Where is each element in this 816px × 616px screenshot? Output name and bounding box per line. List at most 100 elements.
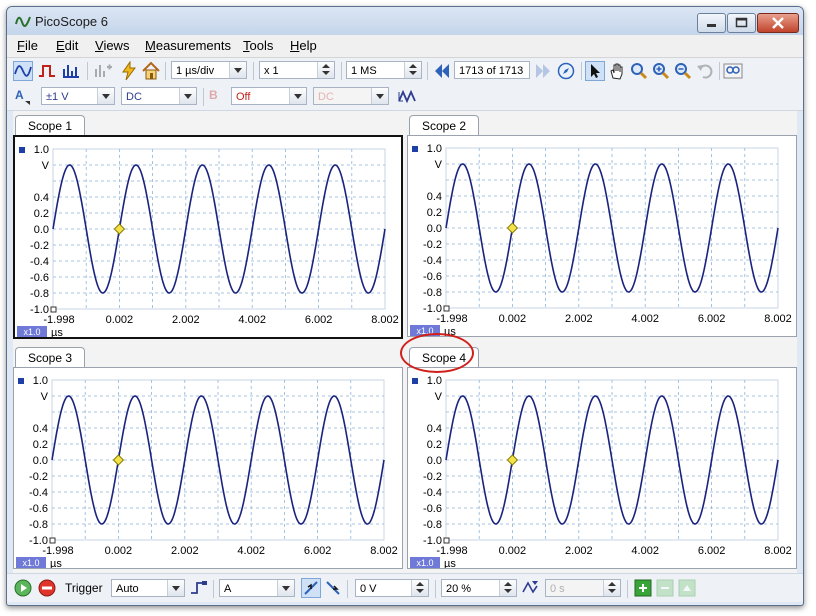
buffer-current[interactable]: 1713 <box>459 65 483 77</box>
chevron-down-icon[interactable] <box>289 88 306 104</box>
spinner-arrows-icon[interactable] <box>404 62 421 78</box>
channel-b-range-select[interactable]: Off <box>231 87 307 105</box>
buffer-navigator[interactable]: 1713 of 1713 <box>454 61 530 79</box>
chevron-down-icon[interactable] <box>371 88 388 104</box>
delay-spinner[interactable]: 0 s <box>545 579 621 597</box>
chevron-down-icon[interactable] <box>229 62 246 78</box>
trigger-mode-select[interactable]: Auto <box>111 579 185 597</box>
hand-tool-button[interactable] <box>607 61 627 81</box>
delete-measurement-button[interactable] <box>655 578 675 598</box>
menu-file[interactable]: File <box>17 38 38 53</box>
samples-spinner[interactable]: 1 MS <box>346 61 422 79</box>
minimize-button[interactable] <box>697 13 726 33</box>
stop-icon <box>38 579 56 597</box>
maximize-icon <box>735 17 748 28</box>
y-tick-label: -0.8 <box>423 287 442 299</box>
chevron-down-icon[interactable] <box>179 88 196 104</box>
y-tick-label: 1.0 <box>427 143 442 155</box>
y-tick-label: -0.6 <box>423 271 442 283</box>
zoom-tool-button[interactable] <box>629 61 649 81</box>
chevron-down-icon[interactable] <box>97 88 114 104</box>
y-tick-label: -0.6 <box>29 503 48 515</box>
first-buffer-button[interactable] <box>431 61 451 81</box>
zoom-overview-button[interactable] <box>723 61 743 81</box>
start-button[interactable] <box>13 578 33 598</box>
persistence-mode-button[interactable] <box>37 61 57 81</box>
menu-measurements[interactable]: Measurements <box>145 38 231 53</box>
channel-toolbar: A ±1 V DC B Off DC <box>7 84 803 111</box>
zoom-in-button[interactable] <box>651 61 671 81</box>
toolbar-separator <box>581 62 582 80</box>
maximize-button[interactable] <box>727 13 756 33</box>
scope-plot[interactable]: 1.00.40.20.0-0.2-0.4-0.6-0.8-1.0V-1.998 0… <box>15 137 403 337</box>
scope-panel[interactable]: 1.0 0.4 0.2 0.0 -0.2 -0.4 -0.6 -0.8 -1.0 V -1.998 0… <box>407 367 797 569</box>
automotive-button[interactable] <box>119 61 139 81</box>
buffer-overview-button[interactable] <box>556 61 576 81</box>
scope-panel[interactable]: 1.0 0.4 0.2 0.0 -0.2 -0.4 -0.6 -0.8 -1.0 V -1.998 0… <box>13 367 403 569</box>
tab-scope-1[interactable]: Scope 1 <box>15 115 86 136</box>
scope-view-3[interactable]: Scope 3 1.0 0.4 0.2 0.0 -0.2 -0.4 -0.6 -0.8 -1.0… <box>13 343 403 569</box>
plus-icon <box>634 579 652 597</box>
scope-plot[interactable]: 1.00.40.20.0-0.2-0.4-0.6-0.8-1.0V-1.998 0… <box>408 136 796 336</box>
toolbar-separator <box>427 62 428 80</box>
scope-view-4[interactable]: Scope 4 1.0 0.4 0.2 0.0 -0.2 -0.4 -0.6 -0.8 -1.0… <box>407 343 797 569</box>
menu-edit[interactable]: Edit <box>56 38 78 53</box>
signal-generator-button[interactable] <box>397 87 417 107</box>
toolbar-separator <box>165 62 166 80</box>
chevron-down-icon[interactable] <box>167 580 184 596</box>
tab-scope-2[interactable]: Scope 2 <box>409 115 480 136</box>
trigger-source-select[interactable]: A <box>219 579 295 597</box>
zoom-badge-label: x1.0 <box>22 558 39 568</box>
x-tick-label: 4.002 <box>237 545 265 557</box>
next-buffer-button[interactable] <box>534 61 554 81</box>
menu-help[interactable]: Help <box>290 38 317 53</box>
close-button[interactable] <box>757 13 799 33</box>
home-icon <box>142 61 160 80</box>
channel-b-coupling-select[interactable]: DC <box>313 87 389 105</box>
y-tick-label: -0.8 <box>29 519 48 531</box>
pre-trigger-spinner[interactable]: 20 % <box>441 579 517 597</box>
post-trigger-button[interactable] <box>521 578 541 598</box>
chevron-down-icon[interactable] <box>277 580 294 596</box>
channel-a-range-select[interactable]: ±1 V <box>41 87 115 105</box>
scope-view-1[interactable]: Scope 1 1.0 0.4 0.2 0.0 -0.2 -0.4 -0.6 -0.8 -1.0… <box>13 111 403 339</box>
scope-panel[interactable]: 1.0 0.4 0.2 0.0 -0.2 -0.4 -0.6 -0.8 -1.0 V -1.998 0… <box>13 135 403 339</box>
scope-plot[interactable]: 1.00.40.20.0-0.2-0.4-0.6-0.8-1.0V-1.998 0… <box>408 368 796 568</box>
select-tool-button[interactable] <box>585 61 605 81</box>
spinner-arrows-icon[interactable] <box>317 62 334 78</box>
channel-b-button[interactable]: B <box>207 87 227 107</box>
zoom-spinner[interactable]: x 1 <box>259 61 335 79</box>
x-tick-label: -1.998 <box>436 545 467 557</box>
spinner-arrows-icon[interactable] <box>411 580 428 596</box>
zoom-out-button[interactable] <box>673 61 693 81</box>
menu-tools[interactable]: Tools <box>243 38 273 53</box>
timebase-select[interactable]: 1 µs/div <box>171 61 247 79</box>
threshold-spinner[interactable]: 0 V <box>355 579 429 597</box>
spinner-arrows-icon[interactable] <box>603 580 620 596</box>
tab-scope-3[interactable]: Scope 3 <box>15 347 86 368</box>
spectrum-mode-button[interactable] <box>61 61 81 81</box>
menu-views[interactable]: Views <box>95 38 129 53</box>
add-measurement-button[interactable] <box>633 578 653 598</box>
advanced-trigger-button[interactable] <box>189 578 209 598</box>
falling-edge-button[interactable] <box>323 578 343 598</box>
y-tick-label: -0.2 <box>29 471 48 483</box>
y-tick-label: 0.4 <box>34 192 49 204</box>
y-tick-label: 1.0 <box>427 375 442 387</box>
rising-edge-button[interactable] <box>301 578 321 598</box>
spinner-arrows-icon[interactable] <box>499 580 516 596</box>
home-button[interactable] <box>141 61 161 81</box>
scope-panel[interactable]: 1.0 0.4 0.2 0.0 -0.2 -0.4 -0.6 -0.8 -1.0 V -1.998 0… <box>407 135 797 337</box>
undo-zoom-button[interactable] <box>695 61 715 81</box>
channel-a-button[interactable]: A <box>13 87 33 107</box>
scope-view-2[interactable]: Scope 2 1.0 0.4 0.2 0.0 -0.2 -0.4 -0.6 -0.8 -1.0… <box>407 111 797 337</box>
channel-b-coupling: DC <box>318 91 334 103</box>
add-view-button[interactable] <box>93 61 113 81</box>
toolbar-separator <box>627 580 628 598</box>
stop-button[interactable] <box>37 578 57 598</box>
edit-measurement-button[interactable] <box>677 578 697 598</box>
y-unit-label: V <box>435 159 443 171</box>
channel-a-coupling-select[interactable]: DC <box>121 87 197 105</box>
scope-plot[interactable]: 1.00.40.20.0-0.2-0.4-0.6-0.8-1.0V-1.998 0… <box>14 368 402 568</box>
scope-mode-button[interactable] <box>13 61 33 81</box>
